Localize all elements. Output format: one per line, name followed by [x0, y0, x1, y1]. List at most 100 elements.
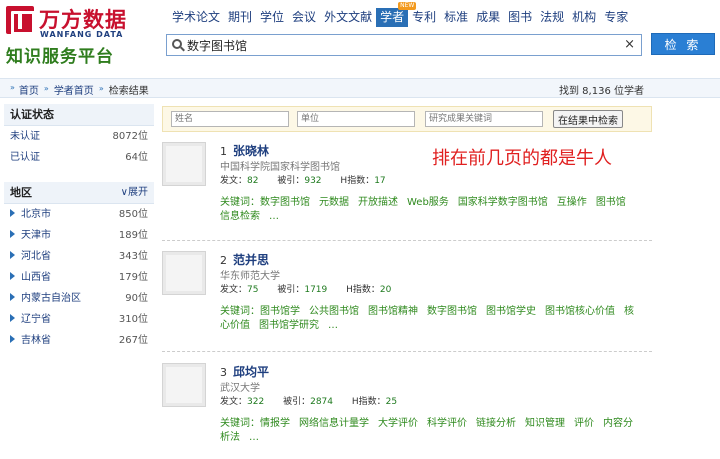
keyword-link[interactable]: 图书馆: [596, 197, 626, 208]
keyword-link[interactable]: 元数据: [319, 197, 349, 208]
scholar-name-link[interactable]: 邱均平: [233, 365, 269, 379]
region-item[interactable]: 内蒙古自治区 90位: [4, 288, 154, 309]
keyword-link[interactable]: 科学评价: [427, 418, 467, 429]
keyword-link[interactable]: 互操作: [557, 197, 587, 208]
keyword-link[interactable]: Web服务: [407, 197, 449, 208]
region-label[interactable]: 内蒙古自治区: [21, 293, 81, 304]
facet-label[interactable]: 未认证: [10, 131, 40, 142]
keyword-link[interactable]: 图书馆精神: [368, 306, 418, 317]
region-item[interactable]: 吉林省 267位: [4, 330, 154, 351]
search-box: ×: [166, 34, 642, 56]
h-index-value: 25: [385, 397, 398, 407]
nav-tab-conferences[interactable]: 会议: [288, 8, 320, 27]
search-within-results-button[interactable]: 在结果中检索: [553, 110, 623, 128]
avatar[interactable]: [162, 142, 206, 186]
keyword-link[interactable]: 情报学: [260, 418, 290, 429]
category-nav: 学术论文 期刊 学位 会议 外文文献 学者 NEW 专利 标准 成果 图书 法规 …: [168, 2, 632, 28]
h-index-value: 17: [374, 176, 386, 186]
nav-tab-scholars[interactable]: 学者 NEW: [376, 2, 417, 27]
h-index-label: H指数：: [340, 176, 375, 186]
nav-tab-degrees[interactable]: 学位: [256, 8, 288, 27]
region-label[interactable]: 河北省: [21, 251, 51, 262]
breadcrumb-scholar-home[interactable]: 学者首页: [54, 82, 94, 97]
region-label[interactable]: 辽宁省: [21, 314, 51, 325]
more-keywords[interactable]: …: [249, 432, 259, 443]
clear-icon[interactable]: ×: [624, 37, 635, 53]
keyword-link[interactable]: 开放描述: [358, 197, 398, 208]
more-keywords[interactable]: …: [328, 320, 338, 331]
keyword-link[interactable]: 大学评价: [378, 418, 418, 429]
keyword-link[interactable]: 图书馆学研究: [259, 320, 319, 331]
region-item[interactable]: 辽宁省 310位: [4, 309, 154, 330]
keyword-list: 关键词：情报学 网络信息计量学 大学评价 科学评价 链接分析 知识管理 评价 内容分析法…: [220, 417, 640, 445]
cites-value[interactable]: 2874: [310, 397, 333, 407]
facet-item[interactable]: 已认证 64位: [4, 147, 154, 168]
pubs-value[interactable]: 82: [247, 176, 258, 186]
keyword-filter-input[interactable]: [425, 111, 543, 127]
keyword-link[interactable]: 评价: [574, 418, 594, 429]
result-divider: [162, 351, 652, 352]
facet-item[interactable]: 未认证 8072位: [4, 126, 154, 147]
double-arrow-icon: »: [10, 83, 15, 92]
scholar-org: 中国科学院国家科学图书馆: [220, 162, 340, 173]
name-filter-input[interactable]: [171, 111, 289, 127]
platform-slogan: 知识服务平台: [6, 47, 114, 67]
region-label[interactable]: 北京市: [21, 209, 51, 220]
keyword-label: 关键词：: [220, 306, 260, 317]
result-index: 3: [220, 366, 227, 379]
nav-tab-journals[interactable]: 期刊: [224, 8, 256, 27]
region-label[interactable]: 山西省: [21, 272, 51, 283]
keyword-link[interactable]: 图书馆核心价值: [545, 306, 615, 317]
region-label[interactable]: 天津市: [21, 230, 51, 241]
nav-tab-books[interactable]: 图书: [504, 8, 536, 27]
triangle-right-icon: [10, 272, 15, 280]
scholar-name-link[interactable]: 范并思: [233, 253, 269, 267]
expand-toggle[interactable]: ∨展开: [121, 182, 148, 204]
keyword-link[interactable]: 链接分析: [476, 418, 516, 429]
scholar-result: 1 张晓林 中国科学院国家科学图书馆 发文：82 被引：932 H指数：17 关键…: [162, 142, 652, 232]
keyword-list: 关键词：数字图书馆 元数据 开放描述 Web服务 国家科学数字图书馆 互操作 图书馆信息检索…: [220, 196, 640, 224]
breadcrumb-home[interactable]: 首页: [19, 82, 39, 97]
region-item[interactable]: 天津市 189位: [4, 225, 154, 246]
logo-subtitle: WANFANG DATA: [40, 30, 124, 39]
nav-tab-laws[interactable]: 法规: [536, 8, 568, 27]
nav-tab-standards[interactable]: 标准: [440, 8, 472, 27]
cites-label: 被引：: [277, 285, 305, 295]
keyword-link[interactable]: 数字图书馆: [260, 197, 310, 208]
keyword-link[interactable]: 信息检索: [220, 211, 260, 222]
region-item[interactable]: 河北省 343位: [4, 246, 154, 267]
keyword-link[interactable]: 公共图书馆: [309, 306, 359, 317]
search-button[interactable]: 检 索: [651, 33, 715, 55]
region-item[interactable]: 北京市 850位: [4, 204, 154, 225]
facet-count: 64位: [125, 152, 148, 163]
nav-tab-scholars-label: 学者: [380, 10, 405, 24]
pubs-value[interactable]: 75: [247, 285, 258, 295]
nav-tab-experts[interactable]: 专家: [600, 8, 632, 27]
cites-value[interactable]: 1719: [304, 285, 327, 295]
nav-tab-papers[interactable]: 学术论文: [168, 8, 224, 27]
region-item[interactable]: 山西省 179位: [4, 267, 154, 288]
nav-tab-achievements[interactable]: 成果: [472, 8, 504, 27]
nav-tab-institutions[interactable]: 机构: [568, 8, 600, 27]
facet-label[interactable]: 已认证: [10, 152, 40, 163]
unit-filter-input[interactable]: [297, 111, 415, 127]
keyword-link[interactable]: 网络信息计量学: [299, 418, 369, 429]
keyword-label: 关键词：: [220, 197, 260, 208]
region-label[interactable]: 吉林省: [21, 335, 51, 346]
nav-tab-foreign[interactable]: 外文文献: [320, 8, 376, 27]
keyword-link[interactable]: 图书馆学史: [486, 306, 536, 317]
keyword-link[interactable]: 图书馆学: [260, 306, 300, 317]
avatar[interactable]: [162, 251, 206, 295]
cites-value[interactable]: 932: [304, 176, 321, 186]
scholar-name-link[interactable]: 张晓林: [233, 144, 269, 158]
breadcrumb-separator-icon: »: [98, 84, 104, 93]
triangle-right-icon: [10, 230, 15, 238]
pubs-value[interactable]: 322: [247, 397, 264, 407]
keyword-link[interactable]: 国家科学数字图书馆: [458, 197, 548, 208]
more-keywords[interactable]: …: [269, 211, 279, 222]
avatar[interactable]: [162, 363, 206, 407]
keyword-link[interactable]: 数字图书馆: [427, 306, 477, 317]
keyword-link[interactable]: 知识管理: [525, 418, 565, 429]
search-input[interactable]: [187, 36, 607, 54]
nav-tab-patents[interactable]: 专利: [408, 8, 440, 27]
